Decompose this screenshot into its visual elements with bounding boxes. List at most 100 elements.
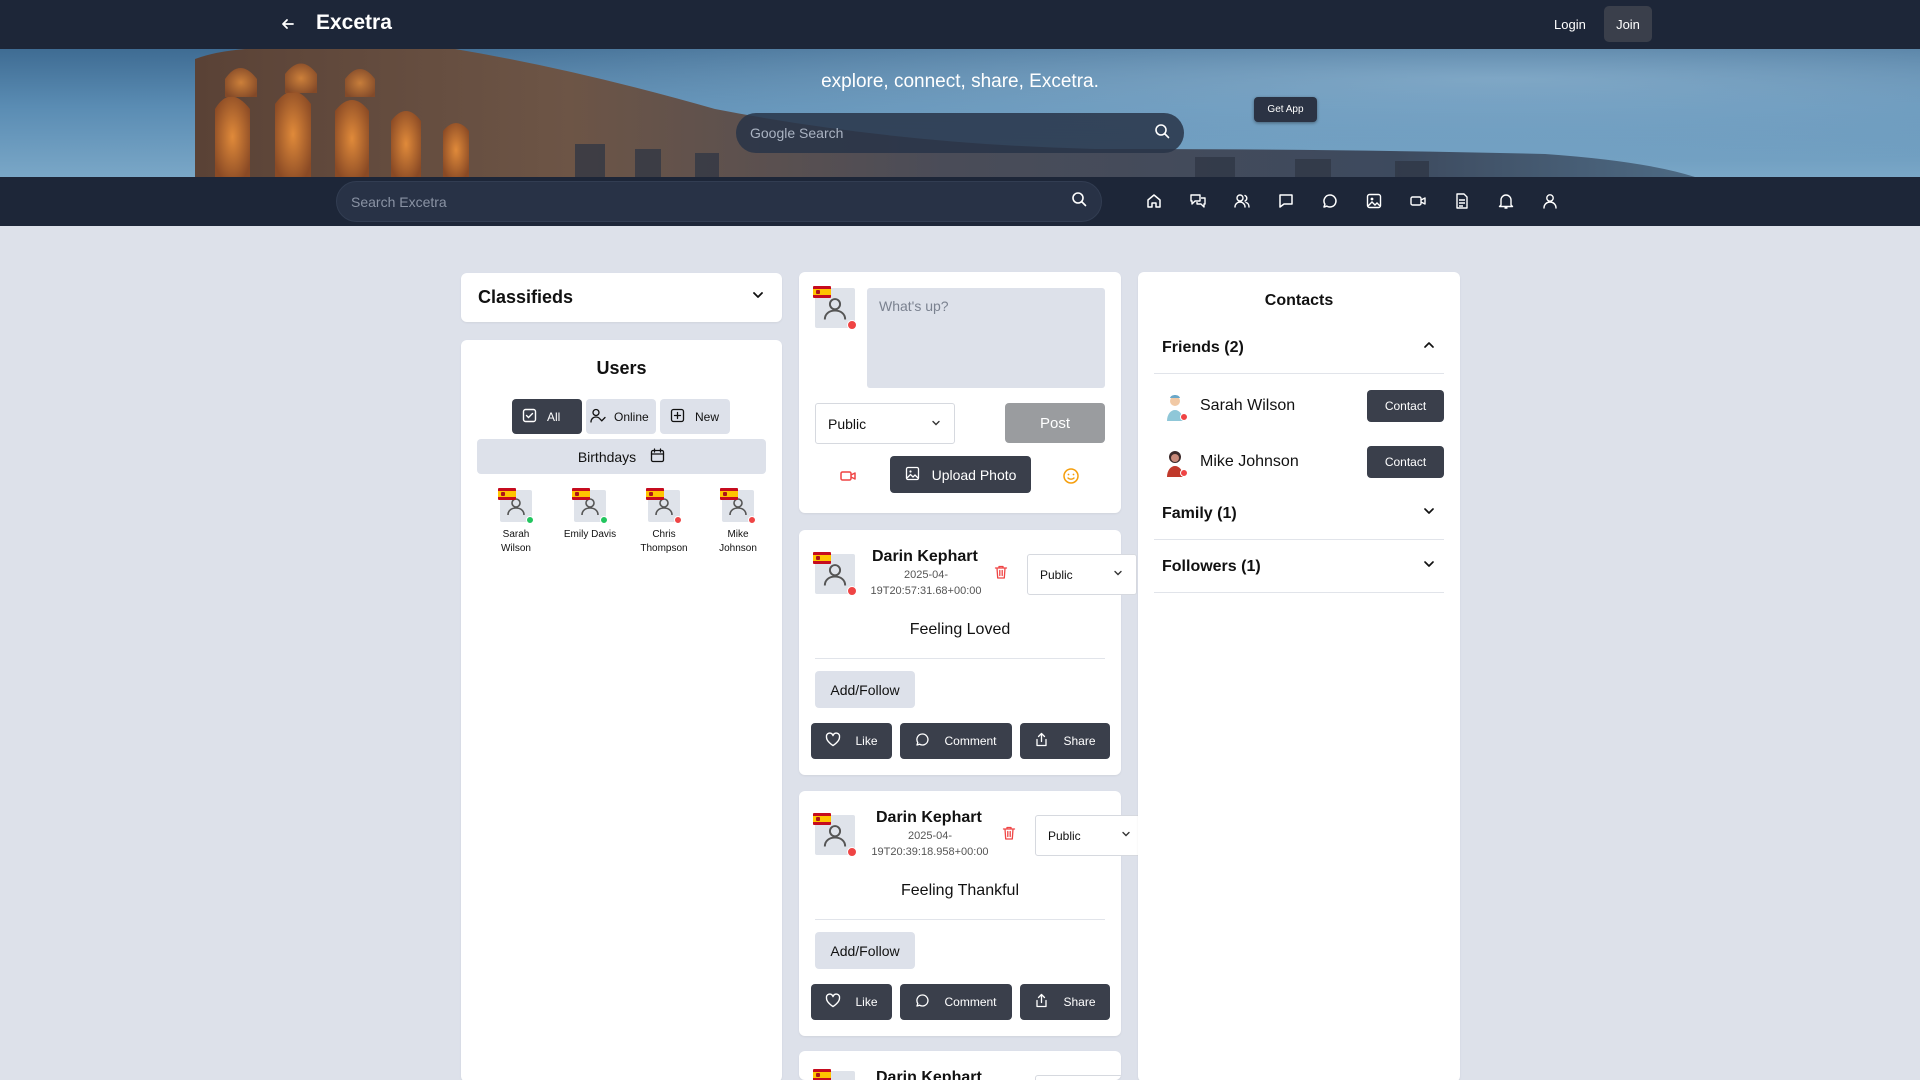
offline-status-dot — [748, 516, 756, 524]
avatar — [720, 488, 756, 524]
post-author[interactable]: Darin Kephart — [872, 548, 978, 566]
offline-status-dot — [847, 847, 857, 857]
classifieds-title: Classifieds — [478, 287, 574, 307]
join-button[interactable]: Join — [1604, 6, 1652, 42]
trash-icon[interactable] — [1001, 825, 1019, 843]
share-button[interactable]: Share — [1020, 984, 1110, 1020]
filter-new-button[interactable]: New — [660, 399, 730, 434]
upload-photo-label: Upload Photo — [931, 466, 1017, 483]
contact-name[interactable]: Sarah Wilson — [1200, 397, 1367, 415]
upload-photo-button[interactable]: Upload Photo — [890, 456, 1031, 493]
contact-name[interactable]: Mike Johnson — [1200, 453, 1367, 471]
classifieds-dropdown[interactable]: Classifieds — [461, 273, 782, 322]
excetra-search-input[interactable] — [351, 193, 1071, 210]
spain-flag-icon — [646, 488, 664, 500]
video-icon[interactable] — [839, 467, 859, 487]
visibility-select[interactable]: Public — [815, 403, 955, 444]
post-button[interactable]: Post — [1005, 403, 1105, 443]
offline-status-dot — [1180, 413, 1188, 421]
google-search-input[interactable] — [750, 125, 1154, 141]
trash-icon[interactable] — [993, 564, 1011, 582]
search-icon[interactable] — [1154, 123, 1170, 144]
contact-button[interactable]: Contact — [1367, 390, 1444, 422]
add-follow-button[interactable]: Add/Follow — [815, 932, 915, 969]
video-icon[interactable] — [1406, 189, 1430, 213]
visibility-select[interactable]: Public — [1027, 554, 1137, 595]
contacts-panel: Contacts Friends (2) Sarah Wilson Contac… — [1138, 272, 1460, 1080]
back-arrow-icon[interactable] — [276, 12, 300, 36]
excetra-search-bar[interactable] — [336, 181, 1102, 222]
comment-icon[interactable] — [1318, 189, 1342, 213]
profile-icon[interactable] — [1538, 189, 1562, 213]
chat-icon[interactable] — [1274, 189, 1298, 213]
filter-all-label: All — [547, 409, 561, 424]
post-timestamp: 2025-04- 19T20:39:18.958+00:00 — [861, 828, 999, 860]
google-search-bar[interactable] — [736, 113, 1184, 153]
bell-icon[interactable] — [1494, 189, 1518, 213]
user-name: Sarah Wilson — [500, 529, 531, 554]
hero-tagline: explore, connect, share, Excetra. — [821, 71, 1099, 92]
list-item[interactable]: Mike Johnson — [701, 488, 775, 556]
chevron-down-icon — [930, 416, 942, 432]
spain-flag-icon — [813, 813, 831, 825]
visibility-value: Public — [1048, 828, 1081, 843]
post-timestamp-line2: 19T20:57:31.68+00:00 — [870, 585, 982, 597]
get-app-button[interactable]: Get App — [1254, 97, 1317, 122]
add-follow-button[interactable]: Add/Follow — [815, 671, 915, 708]
users-icon[interactable] — [1230, 189, 1254, 213]
feed-post: Darin Kephart 2025-04- 19T20:39:18.958+0… — [799, 791, 1145, 1036]
comment-button[interactable]: Comment — [900, 723, 1012, 759]
hero-banner: explore, connect, share, Excetra. Get Ap… — [0, 49, 1920, 177]
birthdays-button[interactable]: Birthdays — [477, 439, 766, 474]
users-title: Users — [596, 358, 647, 378]
family-section-toggle[interactable]: Family (1) — [1154, 488, 1444, 540]
home-icon[interactable] — [1142, 189, 1166, 213]
family-section-label: Family (1) — [1162, 504, 1237, 522]
avatar — [646, 488, 682, 524]
user-silhouette-icon — [823, 564, 847, 586]
post-textarea[interactable] — [867, 288, 1105, 388]
post-divider — [815, 658, 1105, 659]
user-check-icon — [590, 408, 606, 426]
user-name: Mike Johnson — [719, 529, 757, 554]
comment-button[interactable]: Comment — [900, 984, 1012, 1020]
emoji-icon[interactable] — [1062, 467, 1082, 487]
followers-section-toggle[interactable]: Followers (1) — [1154, 541, 1444, 593]
document-icon[interactable] — [1450, 189, 1474, 213]
chevron-down-icon — [1120, 828, 1132, 843]
comment-icon — [915, 732, 930, 750]
share-button[interactable]: Share — [1020, 723, 1110, 759]
offline-status-dot — [674, 516, 682, 524]
post-author[interactable]: Darin Kephart — [876, 809, 982, 827]
login-button[interactable]: Login — [1540, 8, 1600, 41]
brand-title[interactable]: Excetra — [316, 11, 392, 35]
like-button[interactable]: Like — [811, 984, 892, 1020]
visibility-select[interactable]: Public — [1035, 815, 1145, 856]
messages-icon[interactable] — [1186, 189, 1210, 213]
filter-all-button[interactable]: All — [512, 399, 582, 434]
comment-label: Comment — [944, 995, 997, 1009]
avatar — [813, 1069, 855, 1080]
user-filter-group: All Online New — [512, 399, 730, 434]
avatar — [813, 286, 857, 330]
post-timestamp-line1: 2025-04- — [907, 830, 953, 842]
filter-online-button[interactable]: Online — [586, 399, 656, 434]
like-button[interactable]: Like — [811, 723, 892, 759]
offline-status-dot — [847, 320, 857, 330]
list-item[interactable]: Emily Davis — [553, 488, 627, 556]
online-status-dot — [526, 516, 534, 524]
users-panel: Users All Online New Birthdays Sarah Wil… — [461, 340, 782, 1080]
post-timestamp: 2025-04- 19T20:57:31.68+00:00 — [862, 567, 990, 599]
image-icon[interactable] — [1362, 189, 1386, 213]
friends-section-toggle[interactable]: Friends (2) — [1154, 322, 1444, 374]
search-icon[interactable] — [1071, 191, 1087, 212]
visibility-select[interactable] — [1035, 1075, 1121, 1080]
contacts-title: Contacts — [1264, 292, 1334, 309]
chevron-down-icon[interactable] — [751, 288, 765, 307]
contact-button[interactable]: Contact — [1367, 446, 1444, 478]
list-item[interactable]: Chris Thompson — [627, 488, 701, 556]
post-author[interactable]: Darin Kephart — [876, 1069, 982, 1080]
list-item[interactable]: Sarah Wilson — [479, 488, 553, 556]
visibility-value: Public — [828, 415, 867, 432]
post-divider — [815, 919, 1105, 920]
